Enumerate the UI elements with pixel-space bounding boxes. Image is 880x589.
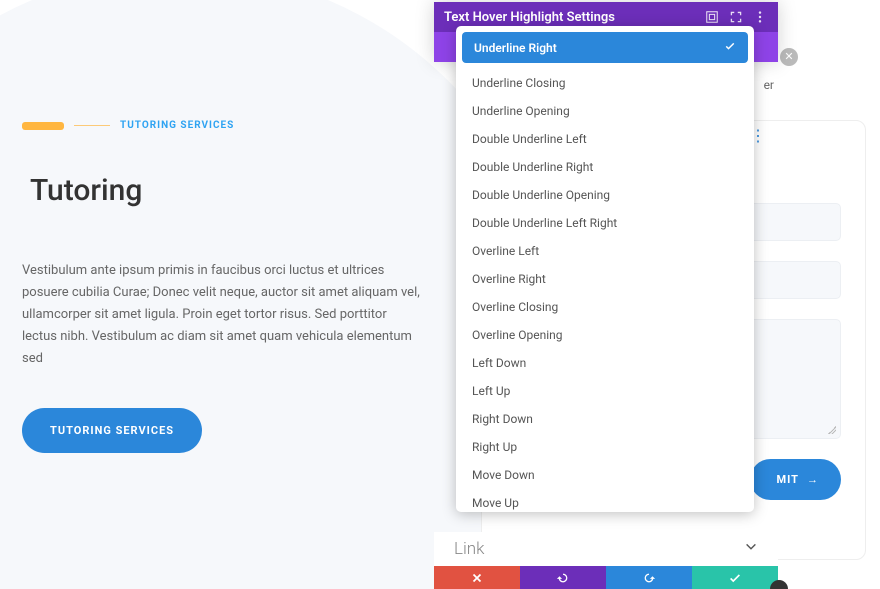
dropdown-option-label: Overline Right [472,272,546,286]
page-content: TUTORING SERVICES Tutoring Vestibulum an… [22,120,422,453]
dropdown-option-label: Double Underline Right [472,160,593,174]
dropdown-option-label: Overline Left [472,244,539,258]
page-paragraph: Vestibulum ante ipsum primis in faucibus… [22,260,422,370]
dropdown-option-label: Right Down [472,412,533,426]
dropdown-option-label: Underline Right [474,41,557,55]
dropdown-option-label: Overline Closing [472,300,558,314]
dropdown-option[interactable]: Double Underline Opening [456,181,754,209]
dropdown-option[interactable]: Double Underline Right [456,153,754,181]
check-icon [724,40,736,55]
redo-button[interactable] [606,566,692,589]
dropdown-option[interactable]: Left Down [456,349,754,377]
dropdown-option-label: Left Down [472,356,526,370]
dropdown-option-label: Right Up [472,440,517,454]
dropdown-option-label: Double Underline Left [472,132,587,146]
dropdown-option[interactable]: Overline Left [456,237,754,265]
link-section-header[interactable]: Link [434,532,778,566]
eyebrow-accent-bar [22,122,64,130]
dropdown-option[interactable]: Right Up [456,433,754,461]
dropdown-option-label: Underline Opening [472,104,570,118]
close-icon[interactable]: ✕ [780,48,798,66]
dropdown-option[interactable]: Underline Closing [456,69,754,97]
more-vertical-icon[interactable] [752,9,768,25]
dropdown-option[interactable]: Overline Closing [456,293,754,321]
dropdown-option-label: Move Up [472,496,519,510]
panel-action-bar [434,566,778,589]
dropdown-option[interactable]: Underline Right [462,32,748,63]
eyebrow-text: TUTORING SERVICES [120,120,234,131]
header-tab-fragment: er [764,78,774,92]
link-section-label: Link [454,539,484,559]
arrow-right-icon: → [807,473,819,486]
tutoring-services-button[interactable]: TUTORING SERVICES [22,408,202,453]
dropdown-option[interactable]: Double Underline Left [456,125,754,153]
dropdown-option-label: Left Up [472,384,510,398]
dropdown-option[interactable]: Left Up [456,377,754,405]
chevron-down-icon [744,539,758,559]
dropdown-option-label: Double Underline Opening [472,188,610,202]
dropdown-option[interactable]: Move Down [456,461,754,489]
eyebrow-accent-line [74,125,110,126]
highlight-style-dropdown[interactable]: Underline Right Underline Closing Underlin… [456,26,754,512]
panel-title: Text Hover Highlight Settings [444,10,615,25]
dropdown-option-label: Underline Closing [472,76,565,90]
form-submit-label: MIT [776,473,799,486]
page-title: Tutoring [30,173,422,208]
dropdown-option[interactable]: Move Up [456,489,754,512]
discard-button[interactable] [434,566,520,589]
dropdown-option-label: Overline Opening [472,328,563,342]
dropdown-option[interactable]: Right Down [456,405,754,433]
dropdown-option[interactable]: Underline Opening [456,97,754,125]
form-submit-button[interactable]: MIT → [750,459,841,500]
dropdown-option-label: Double Underline Left Right [472,216,617,230]
dropdown-option[interactable]: Double Underline Left Right [456,209,754,237]
dropdown-option[interactable]: Overline Opening [456,321,754,349]
dropdown-option-label: Move Down [472,468,535,482]
undo-button[interactable] [520,566,606,589]
save-button[interactable] [692,566,778,589]
corner-handle-icon[interactable] [770,580,788,589]
drag-handle-icon[interactable] [704,9,720,25]
expand-icon[interactable] [728,9,744,25]
eyebrow-row: TUTORING SERVICES [22,120,422,131]
dropdown-option[interactable]: Overline Right [456,265,754,293]
